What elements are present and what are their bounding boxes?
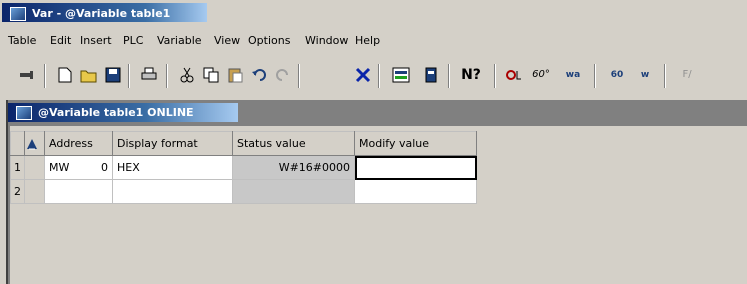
menu-bar: Table Edit Insert PLC Variable View Opti… — [0, 30, 747, 52]
trigger-icon[interactable] — [504, 64, 526, 86]
menu-edit[interactable]: Edit — [50, 34, 71, 47]
monitor-var-icon[interactable]: 60° — [530, 64, 552, 86]
symbol-cell[interactable] — [24, 179, 45, 204]
toolbar-separator — [166, 64, 168, 88]
menu-window[interactable]: Window — [305, 34, 348, 47]
address-cell[interactable] — [44, 179, 113, 204]
save-icon[interactable] — [102, 64, 124, 86]
print-icon[interactable] — [138, 64, 160, 86]
toolbar-separator — [448, 64, 450, 88]
col-status-value[interactable]: Status value — [232, 131, 355, 156]
row-number[interactable]: 1 — [10, 155, 25, 180]
menu-help[interactable]: Help — [355, 34, 380, 47]
toolbar-separator — [494, 64, 496, 88]
modify-once-icon[interactable]: 60 — [606, 64, 628, 86]
force-label: F/ — [682, 69, 692, 80]
monitor-icon[interactable] — [390, 64, 412, 86]
symbol-cell[interactable] — [24, 155, 45, 180]
col-address[interactable]: Address — [44, 131, 113, 156]
row-number[interactable]: 2 — [10, 179, 25, 204]
table-row: 1 MW 0 HEX W#16#0000 — [10, 155, 477, 180]
toolbar-separator — [44, 64, 46, 88]
display-format-cell[interactable]: HEX — [112, 155, 233, 180]
menu-view[interactable]: View — [214, 34, 240, 47]
address-index: 0 — [101, 161, 108, 174]
monitor-once-icon[interactable]: wa — [562, 64, 584, 86]
child-window-icon — [16, 106, 32, 120]
menu-variable[interactable]: Variable — [157, 34, 202, 47]
modify-var-icon[interactable]: w — [634, 64, 656, 86]
modify-icon[interactable] — [420, 64, 442, 86]
child-title-bar[interactable]: @Variable table1 ONLINE — [8, 103, 238, 122]
menu-insert[interactable]: Insert — [80, 34, 112, 47]
app-icon — [10, 7, 26, 21]
status-value-cell — [232, 179, 355, 204]
redo-icon[interactable] — [272, 64, 294, 86]
title-bar[interactable]: Var - @Variable table1 — [0, 0, 747, 24]
table-header-row: Address Display format Status value Modi… — [10, 131, 477, 156]
new-icon[interactable] — [54, 64, 76, 86]
toolbar-separator — [298, 64, 300, 88]
cut-icon[interactable] — [176, 64, 198, 86]
toolbar-separator — [594, 64, 596, 88]
undo-icon[interactable] — [248, 64, 270, 86]
address-operand: MW — [49, 161, 70, 174]
col-modify-value[interactable]: Modify value — [354, 131, 477, 156]
window-title: Var - @Variable table1 — [32, 7, 171, 20]
paste-icon[interactable] — [224, 64, 246, 86]
toolbar-separator — [378, 64, 380, 88]
menu-options[interactable]: Options — [248, 34, 290, 47]
toolbar-separator — [664, 64, 666, 88]
variable-table-window: @Variable table1 ONLINE Address Display … — [6, 100, 747, 284]
status-value-cell: W#16#0000 — [232, 155, 355, 180]
child-window-title: @Variable table1 ONLINE — [38, 106, 194, 119]
open-icon[interactable] — [78, 64, 100, 86]
display-format-cell[interactable] — [112, 179, 233, 204]
table-area: Address Display format Status value Modi… — [10, 126, 747, 284]
title-bar-active: Var - @Variable table1 — [2, 3, 207, 22]
force-icon[interactable]: F/ — [676, 64, 698, 86]
modify-value-cell[interactable] — [354, 155, 477, 180]
toolbar: N? 60° wa 60 w F/ — [0, 60, 747, 92]
table-corner-icon — [27, 138, 37, 149]
row-number-header — [10, 131, 25, 156]
table-row: 2 — [10, 179, 477, 204]
symbol-column-header[interactable] — [24, 131, 45, 156]
menu-table[interactable]: Table — [8, 34, 36, 47]
delete-icon[interactable] — [352, 64, 374, 86]
copy-icon[interactable] — [200, 64, 222, 86]
variable-table: Address Display format Status value Modi… — [10, 131, 477, 204]
menu-plc[interactable]: PLC — [123, 34, 143, 47]
col-display-format[interactable]: Display format — [112, 131, 233, 156]
modify-value-cell[interactable] — [354, 179, 477, 204]
toolbar-separator — [128, 64, 130, 88]
help-icon[interactable]: N? — [460, 64, 482, 86]
address-cell[interactable]: MW 0 — [44, 155, 113, 180]
pin-icon[interactable] — [16, 64, 38, 86]
